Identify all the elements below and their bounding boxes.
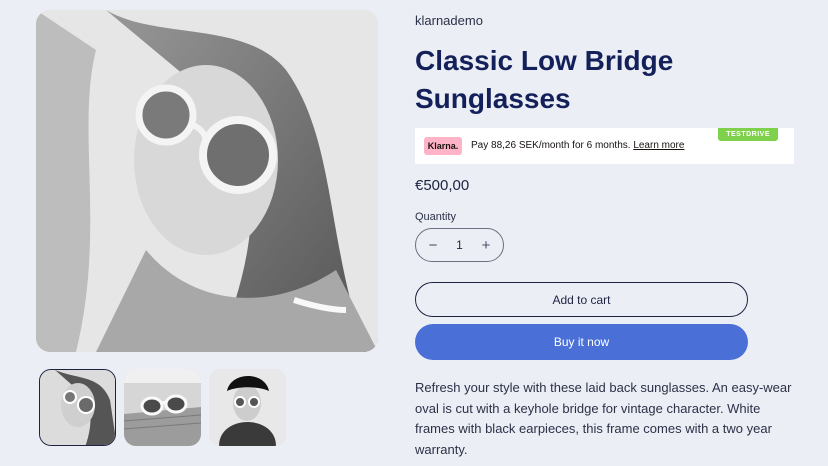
woman-sunglasses-photo <box>36 10 378 352</box>
thumbnail-2[interactable] <box>124 369 201 446</box>
woman-hat-sunglasses-photo <box>209 369 286 446</box>
quantity-label: Quantity <box>415 211 456 223</box>
add-to-cart-button[interactable]: Add to cart <box>415 282 748 317</box>
klarna-installment-text: Pay 88,26 SEK/month for 6 months. <box>471 140 631 151</box>
klarna-message: Pay 88,26 SEK/month for 6 months. Learn … <box>471 140 684 151</box>
quantity-increase-button[interactable]: + <box>479 237 493 254</box>
thumbnail-1[interactable] <box>39 369 116 446</box>
buy-it-now-button[interactable]: Buy it now <box>415 324 748 360</box>
thumbnail-list <box>39 369 286 446</box>
klarna-placement-banner: Klarna. Pay 88,26 SEK/month for 6 months… <box>415 128 794 164</box>
sunglasses-on-table-photo <box>124 369 201 446</box>
quantity-stepper: − 1 + <box>415 228 504 262</box>
quantity-decrease-button[interactable]: − <box>426 237 440 254</box>
product-main-image[interactable] <box>36 10 378 352</box>
klarna-learn-more-link[interactable]: Learn more <box>633 140 684 151</box>
product-price: €500,00 <box>415 177 470 194</box>
vendor-name: klarnademo <box>415 13 483 28</box>
klarna-logo-badge: Klarna. <box>424 137 462 155</box>
product-description: Refresh your style with these laid back … <box>415 380 792 457</box>
woman-sunglasses-photo <box>40 370 115 445</box>
testdrive-tag: TESTDRIVE <box>718 128 778 141</box>
quantity-input[interactable]: 1 <box>456 238 463 252</box>
product-title: Classic Low Bridge Sunglasses <box>415 45 674 114</box>
thumbnail-3[interactable] <box>209 369 286 446</box>
